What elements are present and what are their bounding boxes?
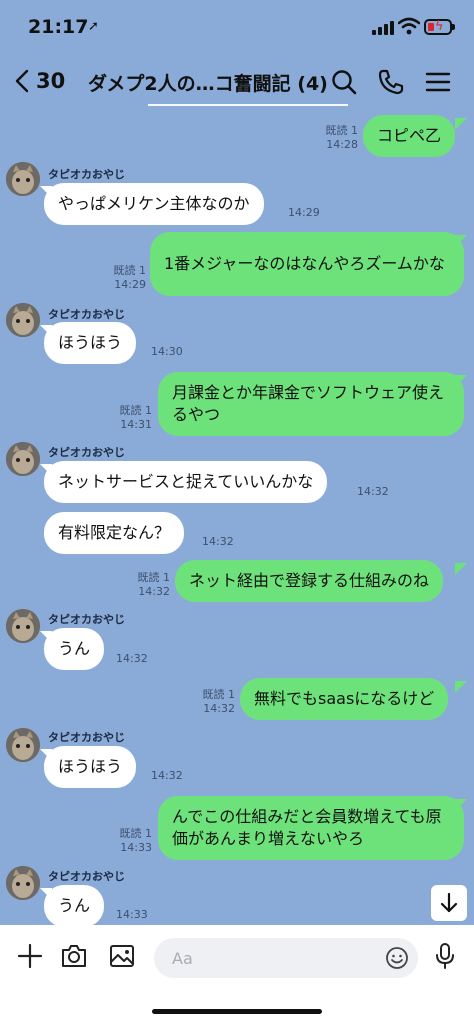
message-time: 14:32 [138,585,170,598]
message-time: 14:32 [357,485,389,498]
menu-icon[interactable] [424,68,452,96]
read-receipt: 既読 1 [113,264,147,277]
message-time: 14:32 [116,652,148,665]
location-arrow-icon: ➚ [88,19,99,34]
message-time: 14:31 [120,418,152,431]
sender-name: タピオカおやじ [48,308,125,321]
read-receipt: 既読 1 [202,688,236,701]
incoming-message[interactable]: やっぱメリケン主体なのか [44,183,264,225]
plus-icon[interactable] [16,942,44,970]
outgoing-message[interactable]: ネット経由で登録する仕組みのね [175,560,444,602]
sender-name: タピオカおやじ [48,613,125,626]
message-time: 14:29 [114,278,146,291]
message-time: 14:28 [326,138,358,151]
outgoing-message[interactable]: コピペ乙 [363,115,456,157]
sender-name: タピオカおやじ [48,446,125,459]
message-time: 14:29 [288,206,320,219]
message-time: 14:33 [116,908,148,921]
message-time: 14:33 [120,841,152,854]
phone-icon[interactable] [377,68,405,96]
incoming-message[interactable]: うん [44,885,105,925]
incoming-message[interactable]: うん [44,628,105,670]
sender-name: タピオカおやじ [48,168,125,181]
incoming-message[interactable]: 有料限定なん？ [44,512,185,554]
bubble-tail [455,563,467,575]
camera-icon[interactable] [60,942,88,970]
message-time: 14:32 [203,702,235,715]
unread-count: 30 [36,69,66,93]
status-bar: 21:17 ➚ ϟ [0,0,474,56]
avatar[interactable] [6,442,40,476]
bubble-tail [455,681,467,693]
sender-name: タピオカおやじ [48,870,125,883]
avatar[interactable] [6,303,40,337]
avatar[interactable] [6,866,40,900]
microphone-icon[interactable] [431,942,459,970]
arrow-down-icon [440,892,458,913]
outgoing-message[interactable]: 無料でもsaasになるけど [240,678,449,720]
outgoing-message[interactable]: 月課金とか年課金でソフトウェア使えるやつ [158,372,464,436]
message-input[interactable] [154,938,418,978]
chat-background: 21:17 ➚ ϟ 30 ダメプ2人の…コ奮闘記 (4) 既読 1 14:28 … [0,0,474,925]
avatar[interactable] [6,162,40,196]
signal-icon [372,21,394,35]
chevron-left-icon [15,69,29,93]
home-indicator [152,1009,322,1014]
avatar[interactable] [6,728,40,762]
outgoing-message[interactable]: 1番メジャーなのはなんやろズームかな [150,232,464,296]
status-time: 21:17 [28,16,89,38]
incoming-message[interactable]: ネットサービスと捉えていいんかな [44,461,328,503]
image-icon[interactable] [108,942,136,970]
sender-name: タピオカおやじ [48,731,125,744]
message-input-bar [0,925,474,1024]
read-receipt: 既読 1 [119,404,153,417]
battery-icon: ϟ [424,19,455,35]
read-receipt: 既読 1 [119,827,153,840]
incoming-message[interactable]: ほうほう [44,322,137,364]
chat-title[interactable]: ダメプ2人の…コ奮闘記 (4) [88,69,328,96]
message-time: 14:30 [151,345,183,358]
outgoing-message[interactable]: んでこの仕組みだと会員数増えても原価があんまり増えないやろ [158,796,464,860]
header-divider [148,104,348,106]
incoming-message[interactable]: ほうほう [44,746,137,788]
bubble-tail [455,118,467,130]
chat-header: 30 ダメプ2人の…コ奮闘記 (4) [0,56,474,108]
message-time: 14:32 [151,769,183,782]
back-button[interactable]: 30 [14,66,65,96]
message-time: 14:32 [202,535,234,548]
read-receipt: 既読 1 [325,124,359,137]
scroll-to-bottom-button[interactable] [431,885,467,921]
search-icon[interactable] [330,68,358,96]
avatar[interactable] [6,609,40,643]
wifi-icon [398,17,420,35]
emoji-icon[interactable] [385,946,409,970]
read-receipt: 既読 1 [137,571,171,584]
